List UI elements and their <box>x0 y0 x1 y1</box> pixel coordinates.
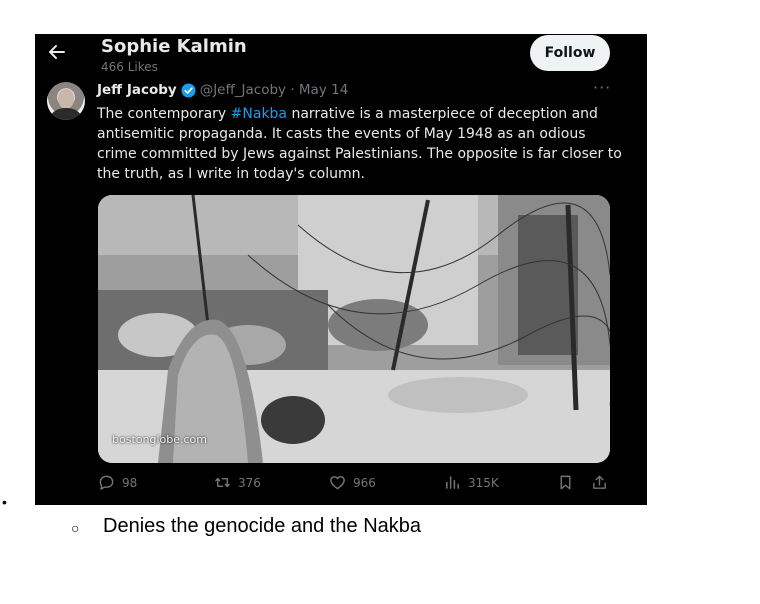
like-icon <box>330 476 345 490</box>
photo-watermark: bostonglobe.com <box>112 433 207 446</box>
views-count: 315K <box>468 475 499 490</box>
share-icon <box>593 475 606 489</box>
tweet-text-line: the truth, as I write in today's column. <box>97 166 365 182</box>
list-bullet: • <box>2 494 7 510</box>
repost-count: 376 <box>238 475 261 490</box>
repost-icon <box>215 477 230 488</box>
repost-button[interactable]: 376 <box>214 474 261 491</box>
verified-badge-icon <box>181 82 196 98</box>
tweet-photo[interactable]: bostonglobe.com <box>98 195 610 463</box>
tweet-text: The contemporary #Nakba narrative is a m… <box>97 104 627 184</box>
tweet-actions: 98 376 966 315K <box>35 474 647 498</box>
tweet-text-line: crime committed by Jews against Palestin… <box>97 146 622 162</box>
hashtag-link[interactable]: #Nakba <box>231 106 287 122</box>
tweet-text-line: antisemitic propaganda. It casts the eve… <box>97 126 586 142</box>
more-icon[interactable]: ··· <box>593 78 611 97</box>
avatar[interactable] <box>47 82 85 120</box>
author-name[interactable]: Jeff Jacoby <box>97 82 177 98</box>
profile-likes-count: 466 Likes <box>101 60 158 74</box>
share-button[interactable] <box>591 474 615 491</box>
like-count: 966 <box>353 475 376 490</box>
like-button[interactable]: 966 <box>329 474 376 491</box>
bookmark-button[interactable] <box>557 474 581 491</box>
tweet-text-part: The contemporary <box>97 106 231 122</box>
follow-button[interactable]: Follow <box>530 35 610 71</box>
author-handle-date[interactable]: @Jeff_Jacoby · May 14 <box>200 82 349 98</box>
back-arrow-icon[interactable] <box>47 42 67 62</box>
photo-scene <box>98 195 610 463</box>
bookmark-icon <box>560 475 571 490</box>
reply-count: 98 <box>122 475 138 490</box>
sub-list-bullet: ○ <box>71 520 80 536</box>
profile-name: Sophie Kalmin <box>101 36 247 57</box>
views-icon <box>446 476 459 489</box>
caption-text: Denies the genocide and the Nakba <box>103 515 422 537</box>
reply-button[interactable]: 98 <box>98 474 137 491</box>
reply-icon <box>99 475 114 490</box>
tweet-screenshot: Sophie Kalmin 466 Likes Follow Jeff Jaco… <box>35 34 647 505</box>
views-button[interactable]: 315K <box>444 474 499 491</box>
tweet-text-part: narrative is a masterpiece of deception … <box>287 106 598 122</box>
tweet-author-line: Jeff Jacoby @Jeff_Jacoby · May 14 <box>97 82 348 98</box>
